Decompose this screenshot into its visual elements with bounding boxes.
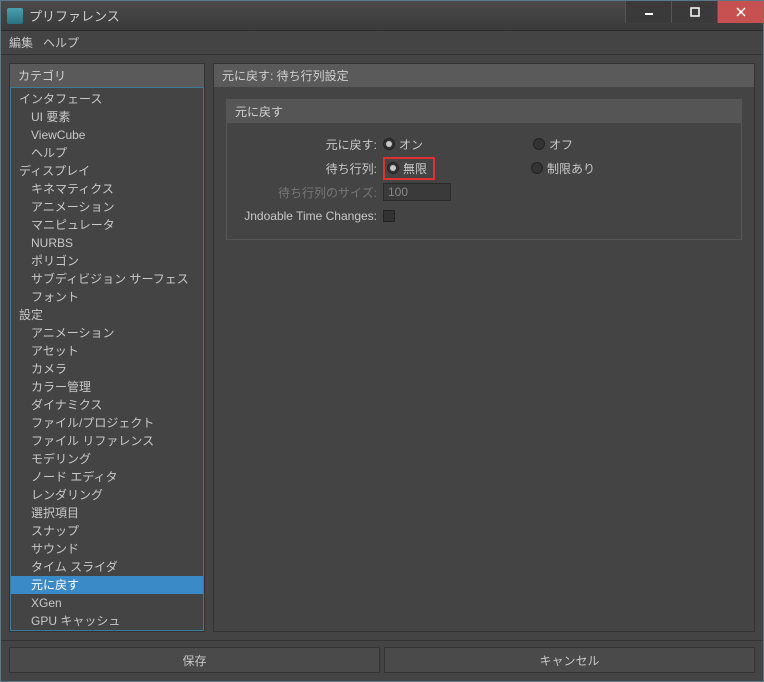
queue-size-input [383, 183, 451, 201]
undo-label: 元に戻す: [233, 136, 383, 153]
footer: 保存 キャンセル [1, 640, 763, 681]
radio-icon [387, 162, 399, 174]
app-icon [7, 8, 23, 24]
tree-item[interactable]: ViewCube [11, 126, 203, 144]
maximize-button[interactable] [671, 1, 717, 23]
tree-item[interactable]: アニメーション [11, 324, 203, 342]
tree-item[interactable]: ディスプレイ [11, 162, 203, 180]
row-undoable-time: Jndoable Time Changes: [233, 205, 735, 227]
row-queue-size: 待ち行列のサイズ: [233, 181, 735, 203]
content-area: カテゴリ インタフェースUI 要素ViewCubeヘルプディスプレイキネマティク… [1, 55, 763, 640]
undo-off-label: オフ [549, 136, 573, 153]
tree-item[interactable]: GPU キャッシュ [11, 612, 203, 630]
undo-on-option[interactable]: オン [383, 136, 423, 153]
preferences-window: プリファレンス 編集 ヘルプ カテゴリ インタフェースUI 要素ViewCube… [0, 0, 764, 682]
menu-help[interactable]: ヘルプ [43, 34, 79, 51]
row-queue: 待ち行列: 無限 [233, 157, 735, 179]
minimize-icon [644, 7, 654, 17]
undoable-time-checkbox[interactable] [383, 210, 395, 222]
main-header: 元に戻す: 待ち行列設定 [214, 64, 754, 87]
tree-item[interactable]: ファイル リファレンス [11, 432, 203, 450]
tree-item[interactable]: フォント [11, 288, 203, 306]
tree-item[interactable]: カラー管理 [11, 378, 203, 396]
tree-item[interactable]: レンダリング [11, 486, 203, 504]
tree-item[interactable]: カメラ [11, 360, 203, 378]
minimize-button[interactable] [625, 1, 671, 23]
radio-icon [383, 138, 395, 150]
menu-edit[interactable]: 編集 [9, 34, 33, 51]
queue-size-label: 待ち行列のサイズ: [233, 184, 383, 201]
category-tree[interactable]: インタフェースUI 要素ViewCubeヘルプディスプレイキネマティクスアニメー… [10, 87, 204, 631]
section-body: 元に戻す: オン オフ [227, 123, 741, 239]
highlight-box: 無限 [383, 157, 435, 180]
tree-item[interactable]: XGen [11, 594, 203, 612]
maximize-icon [690, 7, 700, 17]
close-button[interactable] [717, 1, 763, 23]
queue-infinite-option[interactable]: 無限 [387, 160, 427, 177]
queue-label: 待ち行列: [233, 160, 383, 177]
tree-item[interactable]: サブディビジョン サーフェス [11, 270, 203, 288]
undo-off-option[interactable]: オフ [533, 136, 573, 153]
undo-on-label: オン [399, 136, 423, 153]
tree-item[interactable]: キネマティクス [11, 180, 203, 198]
row-undo: 元に戻す: オン オフ [233, 133, 735, 155]
queue-infinite-label: 無限 [403, 160, 427, 177]
tree-item[interactable]: マニピュレータ [11, 216, 203, 234]
queue-limited-option[interactable]: 制限あり [531, 160, 595, 177]
sidebar-header: カテゴリ [10, 64, 204, 87]
tree-item[interactable]: ヘルプ [11, 144, 203, 162]
undo-section: 元に戻す 元に戻す: オン [226, 99, 742, 240]
tree-item[interactable]: 選択項目 [11, 504, 203, 522]
titlebar: プリファレンス [1, 1, 763, 31]
tree-item[interactable]: NURBS [11, 234, 203, 252]
window-controls [625, 1, 763, 30]
tree-item[interactable]: アニメーション [11, 198, 203, 216]
tree-item[interactable]: UI 要素 [11, 108, 203, 126]
tree-item[interactable]: スナップ [11, 522, 203, 540]
tree-item[interactable]: インタフェース [11, 90, 203, 108]
tree-item[interactable]: 設定 [11, 306, 203, 324]
queue-radio-group: 無限 制限あり [383, 157, 595, 180]
undoable-time-label: Jndoable Time Changes: [233, 209, 383, 223]
undo-radio-group: オン オフ [383, 136, 573, 153]
tree-item[interactable]: ノード エディタ [11, 468, 203, 486]
tree-item[interactable]: モデリング [11, 450, 203, 468]
window-title: プリファレンス [29, 6, 625, 25]
radio-icon [533, 138, 545, 150]
main-body: 元に戻す 元に戻す: オン [214, 87, 754, 631]
tree-item[interactable]: ポリゴン [11, 252, 203, 270]
cancel-button[interactable]: キャンセル [384, 647, 755, 673]
menubar: 編集 ヘルプ [1, 31, 763, 55]
section-title: 元に戻す [227, 100, 741, 123]
tree-item[interactable]: タイム スライダ [11, 558, 203, 576]
close-icon [736, 7, 746, 17]
radio-icon [531, 162, 543, 174]
tree-item[interactable]: 元に戻す [11, 576, 203, 594]
tree-item[interactable]: アセット [11, 342, 203, 360]
sidebar: カテゴリ インタフェースUI 要素ViewCubeヘルプディスプレイキネマティク… [9, 63, 205, 632]
main-panel: 元に戻す: 待ち行列設定 元に戻す 元に戻す: オン [213, 63, 755, 632]
save-button[interactable]: 保存 [9, 647, 380, 673]
queue-limited-label: 制限あり [547, 160, 595, 177]
tree-item[interactable]: ダイナミクス [11, 396, 203, 414]
tree-item[interactable]: サウンド [11, 540, 203, 558]
tree-item[interactable]: ファイル/プロジェクト [11, 414, 203, 432]
tree-item[interactable]: 保存時のアクション [11, 630, 203, 631]
